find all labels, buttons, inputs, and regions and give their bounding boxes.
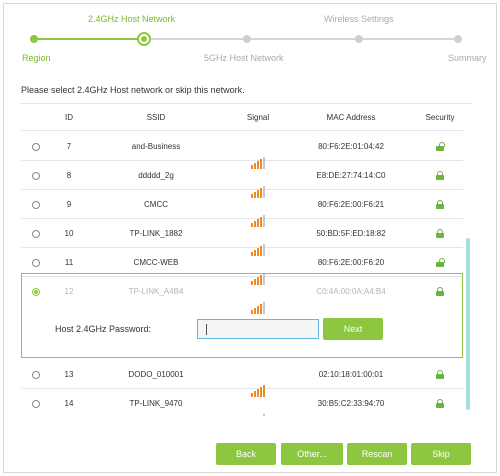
row-mac: E8:DE:27:74:14:C0: [316, 171, 386, 180]
signal-strength-icon: [250, 227, 266, 256]
lock-icon: [436, 200, 444, 210]
row-ssid: TP-LINK_9470: [129, 399, 183, 408]
lock-icon: [436, 399, 444, 409]
lock-icon: [436, 229, 444, 239]
table-row[interactable]: 9 CMCC 80:F6:2E:00:F6:21: [21, 190, 464, 227]
row-radio-cell[interactable]: [29, 219, 43, 248]
row-ssid: ddddd_2g: [138, 171, 174, 180]
table-row[interactable]: 8 ddddd_2g E8:DE:27:74:14:C0: [21, 161, 464, 198]
row-radio-cell[interactable]: [29, 360, 43, 389]
stepper-progress-track: [34, 38, 144, 40]
lock-icon: [436, 171, 444, 181]
step-dot-2g-host: [137, 32, 151, 46]
row-ssid: DODO_010001: [128, 370, 184, 379]
next-button[interactable]: Next: [323, 318, 383, 340]
text-caret: [206, 324, 207, 335]
step-dot-wireless-settings: [355, 35, 363, 43]
stepper-remaining-track: [144, 38, 454, 40]
unlocked-icon: [436, 258, 445, 268]
table-row[interactable]: 10 TP-LINK_1882 50:BD:5F:ED:18:82: [21, 219, 464, 256]
row-id: 9: [66, 200, 72, 209]
signal-strength-icon: [251, 397, 266, 416]
unlocked-icon: [436, 142, 445, 152]
row-security: [416, 389, 464, 416]
row-security: [416, 190, 464, 219]
step-label-5g-host: 5GHz Host Network: [204, 53, 284, 63]
header-ssid: SSID: [146, 113, 166, 122]
signal-strength-icon: [250, 368, 266, 397]
row-id: 7: [66, 142, 72, 151]
row-security: [416, 132, 464, 161]
signal-strength-icon: [250, 256, 266, 285]
row-ssid: and-Business: [131, 142, 181, 151]
table-row[interactable]: 14 TP-LINK_9470 30:B5:C2:33:94:70: [21, 389, 463, 416]
step-label-summary: Summary: [448, 53, 487, 63]
table-row[interactable]: 7 and-Business 80:F6:2E:01:04:42: [21, 132, 464, 169]
row-security: [416, 219, 464, 248]
header-security: Security: [425, 113, 455, 122]
table-header-row: ID SSID Signal MAC Address Security: [21, 104, 463, 131]
row-mac: 80:F6:2E:00:F6:21: [317, 200, 385, 209]
signal-strength-icon: [250, 198, 266, 227]
radio-button[interactable]: [32, 229, 40, 238]
row-mac: 30:B5:C2:33:94:70: [317, 399, 385, 408]
rescan-button[interactable]: Rescan: [347, 443, 407, 465]
radio-button[interactable]: [32, 258, 40, 267]
row-radio-cell[interactable]: [29, 190, 43, 219]
row-id: 14: [64, 399, 74, 408]
row-radio-cell[interactable]: [29, 389, 43, 416]
lock-icon: [436, 370, 444, 380]
row-mac: 80:F6:2E:01:04:42: [318, 142, 384, 151]
row-id: 10: [64, 229, 74, 238]
row-mac: 50:BD:5F:ED:18:82: [316, 229, 386, 238]
header-mac: MAC Address: [326, 113, 376, 122]
other-button[interactable]: Other...: [281, 443, 343, 465]
radio-button[interactable]: [32, 399, 40, 408]
network-table: ID SSID Signal MAC Address Security 7 and…: [21, 103, 472, 416]
row-ssid: CMCC: [144, 200, 168, 209]
instruction-text: Please select 2.4GHz Host network or ski…: [21, 85, 245, 95]
step-dot-region: [30, 35, 38, 43]
radio-button[interactable]: [32, 370, 40, 379]
row-radio-cell[interactable]: [29, 161, 43, 190]
skip-button[interactable]: Skip: [411, 443, 471, 465]
radio-button[interactable]: [32, 171, 40, 180]
table-row[interactable]: 13 DODO_010001 02:10:18:01:00:01: [21, 360, 464, 397]
signal-strength-icon: [250, 140, 266, 169]
password-input[interactable]: [197, 319, 319, 339]
table-scrollbar[interactable]: [466, 238, 470, 410]
step-label-region: Region: [22, 53, 51, 63]
step-label-2g-host: 2.4GHz Host Network: [88, 14, 176, 24]
signal-strength-icon: [250, 169, 266, 198]
step-dot-summary: [454, 35, 462, 43]
radio-button[interactable]: [32, 200, 40, 209]
row-security: [416, 360, 464, 389]
step-label-wireless-settings: Wireless Settings: [324, 14, 394, 24]
row-radio-cell[interactable]: [29, 132, 43, 161]
step-dot-5g-host: [243, 35, 251, 43]
radio-button[interactable]: [32, 142, 40, 151]
row-mac: 02:10:18:01:00:01: [318, 370, 384, 379]
header-id: ID: [65, 113, 73, 122]
password-label: Host 2.4GHz Password:: [55, 324, 152, 334]
back-button[interactable]: Back: [216, 443, 276, 465]
row-security: [416, 161, 464, 190]
password-panel: Host 2.4GHz Password: Next: [21, 273, 463, 358]
row-ssid: TP-LINK_1882: [129, 229, 183, 238]
row-id: 8: [66, 171, 72, 180]
row-id: 13: [64, 370, 74, 379]
